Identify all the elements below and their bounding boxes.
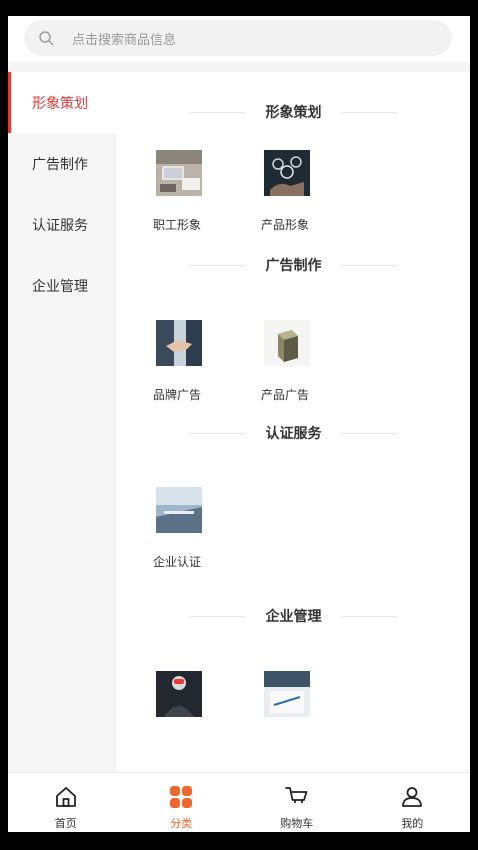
- product-item-management-1[interactable]: [153, 671, 261, 717]
- section-certification: 认证服务 企业认证: [117, 415, 470, 570]
- product-item-enterprise-certification[interactable]: 企业认证: [153, 487, 261, 570]
- item-label: 职工形象: [153, 218, 202, 232]
- office-desk-thumbnail: [156, 150, 202, 196]
- sidebar-item-label: 形象策划: [32, 95, 88, 112]
- sidebar-item-label: 企业管理: [32, 278, 88, 295]
- divider-line: [189, 111, 246, 113]
- product-item-product-ad[interactable]: 产品广告: [261, 320, 369, 403]
- home-icon: [55, 787, 76, 807]
- tab-home[interactable]: 首页: [8, 773, 124, 832]
- section-advertising: 广告制作 品牌广告 产品广告: [117, 247, 470, 403]
- search-icon: [39, 31, 54, 46]
- divider-line: [189, 615, 246, 617]
- tab-label: 分类: [170, 817, 193, 830]
- sidebar-item-management[interactable]: 企业管理: [8, 255, 117, 316]
- section-header: 形象策划: [117, 94, 470, 130]
- item-label: 企业认证: [153, 555, 202, 569]
- header-divider: [8, 62, 470, 72]
- product-item-management-2[interactable]: [261, 671, 369, 717]
- category-grid-icon: [170, 786, 193, 808]
- divider-line: [189, 264, 246, 266]
- divider-line: [341, 111, 398, 113]
- documents-pen-thumbnail: [264, 671, 310, 717]
- search-placeholder: 点击搜索商品信息: [72, 32, 177, 48]
- divider-line: [341, 615, 398, 617]
- business-person-thumbnail: [156, 671, 202, 717]
- section-title: 广告制作: [265, 258, 322, 274]
- user-icon: [402, 787, 423, 807]
- tab-label: 我的: [401, 817, 424, 830]
- tab-label: 购物车: [280, 817, 314, 830]
- section-header: 企业管理: [117, 598, 470, 634]
- sidebar-item-label: 认证服务: [32, 217, 88, 234]
- tab-mine[interactable]: 我的: [355, 773, 471, 832]
- section-title: 形象策划: [265, 105, 322, 121]
- section-image-planning: 形象策划 职工形象 产品形象: [117, 94, 470, 233]
- product-item-staff-image[interactable]: 职工形象: [153, 150, 261, 233]
- item-label: 产品形象: [261, 218, 310, 232]
- section-management: 企业管理: [117, 598, 470, 717]
- section-header: 广告制作: [117, 247, 470, 283]
- divider-line: [341, 432, 398, 434]
- keyboard-thumbnail: [156, 487, 202, 533]
- sidebar-item-certification[interactable]: 认证服务: [8, 194, 117, 255]
- section-header: 认证服务: [117, 415, 470, 451]
- hands-icons-thumbnail: [264, 150, 310, 196]
- divider-line: [341, 264, 398, 266]
- tab-label: 首页: [54, 817, 77, 830]
- handshake-thumbnail: [156, 320, 202, 366]
- category-content: 形象策划 职工形象 产品形象 广告制作 品牌广告 产品广告 认证服务 企业认证 …: [117, 72, 470, 772]
- section-title: 认证服务: [265, 426, 322, 442]
- app-screen: 点击搜索商品信息 形象策划 广告制作 认证服务 企业管理 形象策划 职工形象 产…: [8, 16, 470, 832]
- bottom-tab-bar: 首页 分类 购物车 我的: [8, 772, 470, 832]
- search-bar[interactable]: 点击搜索商品信息: [24, 20, 452, 56]
- product-item-brand-ad[interactable]: 品牌广告: [153, 320, 261, 403]
- tab-category[interactable]: 分类: [124, 773, 240, 832]
- product-item-product-image[interactable]: 产品形象: [261, 150, 369, 233]
- item-label: 品牌广告: [153, 388, 202, 402]
- sidebar-item-image-planning[interactable]: 形象策划: [8, 72, 117, 133]
- product-box-thumbnail: [264, 320, 310, 366]
- top-bar: 点击搜索商品信息: [8, 16, 470, 72]
- item-label: 产品广告: [261, 388, 310, 402]
- divider-line: [189, 432, 246, 434]
- section-title: 企业管理: [265, 609, 322, 625]
- tab-cart[interactable]: 购物车: [239, 773, 355, 832]
- category-sidebar: 形象策划 广告制作 认证服务 企业管理: [8, 72, 117, 772]
- sidebar-item-advertising[interactable]: 广告制作: [8, 133, 117, 194]
- sidebar-item-label: 广告制作: [32, 156, 88, 173]
- cart-icon: [284, 787, 308, 803]
